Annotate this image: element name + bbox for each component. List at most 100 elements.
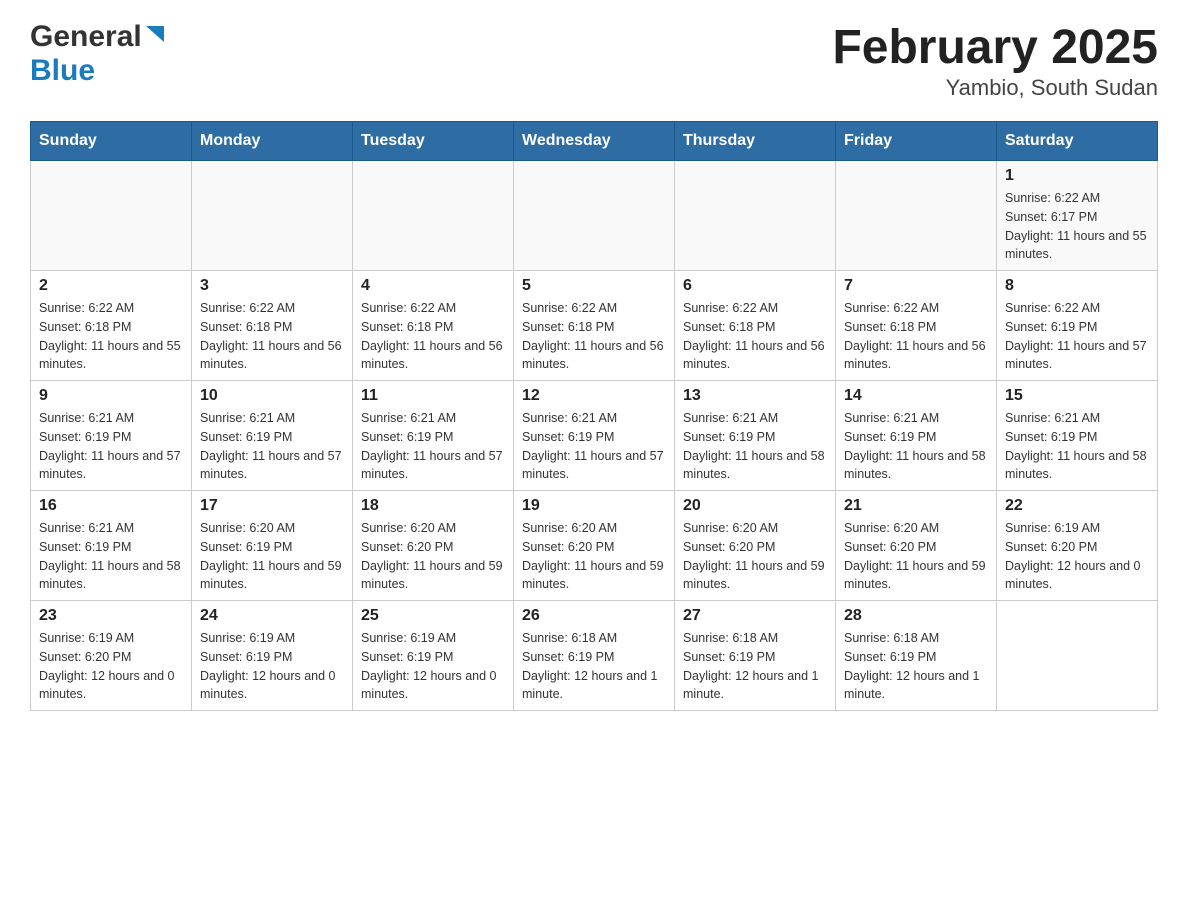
calendar-cell bbox=[192, 161, 353, 271]
day-number: 13 bbox=[683, 387, 827, 405]
day-info: Sunrise: 6:21 AMSunset: 6:19 PMDaylight:… bbox=[1005, 409, 1149, 484]
calendar-cell: 7Sunrise: 6:22 AMSunset: 6:18 PMDaylight… bbox=[836, 271, 997, 381]
day-number: 17 bbox=[200, 497, 344, 515]
calendar-cell: 18Sunrise: 6:20 AMSunset: 6:20 PMDayligh… bbox=[353, 491, 514, 601]
calendar-cell: 12 Sunrise: 6:21 AMSunset: 6:19 PMDayligh… bbox=[514, 381, 675, 491]
calendar-week-row: 1 Sunrise: 6:22 AMSunset: 6:17 PMDaylight… bbox=[31, 161, 1158, 271]
page-header: General Blue February 2025 Yambio, South… bbox=[30, 20, 1158, 101]
calendar-table: SundayMondayTuesdayWednesdayThursdayFrid… bbox=[30, 121, 1158, 711]
calendar-cell: 20 Sunrise: 6:20 AMSunset: 6:20 PMDayligh… bbox=[675, 491, 836, 601]
calendar-cell: 13 Sunrise: 6:21 AMSunset: 6:19 PMDayligh… bbox=[675, 381, 836, 491]
day-info: Sunrise: 6:22 AMSunset: 6:17 PMDaylight:… bbox=[1005, 189, 1149, 264]
day-number: 25 bbox=[361, 607, 505, 625]
day-info: Sunrise: 6:20 AMSunset: 6:20 PMDaylight:… bbox=[683, 519, 827, 594]
day-of-week-header: Monday bbox=[192, 122, 353, 161]
day-info: Sunrise: 6:20 AMSunset: 6:20 PMDaylight:… bbox=[522, 519, 666, 594]
day-number: 21 bbox=[844, 497, 988, 515]
calendar-cell: 19 Sunrise: 6:20 AMSunset: 6:20 PMDayligh… bbox=[514, 491, 675, 601]
day-info: Sunrise: 6:18 AMSunset: 6:19 PMDaylight:… bbox=[844, 629, 988, 704]
calendar-cell: 9 Sunrise: 6:21 AMSunset: 6:19 PMDaylight… bbox=[31, 381, 192, 491]
calendar-cell: 1 Sunrise: 6:22 AMSunset: 6:17 PMDaylight… bbox=[997, 161, 1158, 271]
day-number: 16 bbox=[39, 497, 183, 515]
calendar-cell: 24Sunrise: 6:19 AMSunset: 6:19 PMDayligh… bbox=[192, 601, 353, 711]
day-of-week-header: Friday bbox=[836, 122, 997, 161]
day-number: 8 bbox=[1005, 277, 1149, 295]
calendar-week-row: 9 Sunrise: 6:21 AMSunset: 6:19 PMDaylight… bbox=[31, 381, 1158, 491]
day-number: 10 bbox=[200, 387, 344, 405]
day-number: 20 bbox=[683, 497, 827, 515]
calendar-cell bbox=[997, 601, 1158, 711]
calendar-week-row: 23 Sunrise: 6:19 AMSunset: 6:20 PMDayligh… bbox=[31, 601, 1158, 711]
title-area: February 2025 Yambio, South Sudan bbox=[832, 20, 1158, 101]
calendar-cell: 8 Sunrise: 6:22 AMSunset: 6:19 PMDaylight… bbox=[997, 271, 1158, 381]
location-text: Yambio, South Sudan bbox=[832, 75, 1158, 101]
day-of-week-header: Tuesday bbox=[353, 122, 514, 161]
day-number: 22 bbox=[1005, 497, 1149, 515]
calendar-cell: 3Sunrise: 6:22 AMSunset: 6:18 PMDaylight… bbox=[192, 271, 353, 381]
logo-triangle-icon bbox=[144, 24, 166, 46]
calendar-cell: 23 Sunrise: 6:19 AMSunset: 6:20 PMDayligh… bbox=[31, 601, 192, 711]
day-number: 26 bbox=[522, 607, 666, 625]
day-number: 6 bbox=[683, 277, 827, 295]
calendar-cell bbox=[514, 161, 675, 271]
calendar-cell: 14 Sunrise: 6:21 AMSunset: 6:19 PMDayligh… bbox=[836, 381, 997, 491]
calendar-cell: 15 Sunrise: 6:21 AMSunset: 6:19 PMDayligh… bbox=[997, 381, 1158, 491]
day-number: 19 bbox=[522, 497, 666, 515]
day-number: 3 bbox=[200, 277, 344, 295]
day-info: Sunrise: 6:21 AMSunset: 6:19 PMDaylight:… bbox=[683, 409, 827, 484]
day-of-week-header: Sunday bbox=[31, 122, 192, 161]
day-info: Sunrise: 6:19 AMSunset: 6:20 PMDaylight:… bbox=[39, 629, 183, 704]
day-of-week-header: Wednesday bbox=[514, 122, 675, 161]
day-info: Sunrise: 6:19 AMSunset: 6:19 PMDaylight:… bbox=[361, 629, 505, 704]
day-number: 2 bbox=[39, 277, 183, 295]
calendar-cell: 6 Sunrise: 6:22 AMSunset: 6:18 PMDaylight… bbox=[675, 271, 836, 381]
day-number: 7 bbox=[844, 277, 988, 295]
calendar-cell: 2 Sunrise: 6:22 AMSunset: 6:18 PMDaylight… bbox=[31, 271, 192, 381]
calendar-cell: 10Sunrise: 6:21 AMSunset: 6:19 PMDayligh… bbox=[192, 381, 353, 491]
day-info: Sunrise: 6:18 AMSunset: 6:19 PMDaylight:… bbox=[522, 629, 666, 704]
day-info: Sunrise: 6:21 AMSunset: 6:19 PMDaylight:… bbox=[844, 409, 988, 484]
day-info: Sunrise: 6:22 AMSunset: 6:19 PMDaylight:… bbox=[1005, 299, 1149, 374]
calendar-cell: 25 Sunrise: 6:19 AMSunset: 6:19 PMDayligh… bbox=[353, 601, 514, 711]
calendar-cell: 16Sunrise: 6:21 AMSunset: 6:19 PMDayligh… bbox=[31, 491, 192, 601]
day-info: Sunrise: 6:22 AMSunset: 6:18 PMDaylight:… bbox=[361, 299, 505, 374]
calendar-cell: 22 Sunrise: 6:19 AMSunset: 6:20 PMDayligh… bbox=[997, 491, 1158, 601]
day-info: Sunrise: 6:22 AMSunset: 6:18 PMDaylight:… bbox=[39, 299, 183, 374]
calendar-cell: 11 Sunrise: 6:21 AMSunset: 6:19 PMDayligh… bbox=[353, 381, 514, 491]
calendar-cell: 21 Sunrise: 6:20 AMSunset: 6:20 PMDayligh… bbox=[836, 491, 997, 601]
day-number: 15 bbox=[1005, 387, 1149, 405]
day-number: 18 bbox=[361, 497, 505, 515]
day-info: Sunrise: 6:20 AMSunset: 6:19 PMDaylight:… bbox=[200, 519, 344, 594]
day-number: 24 bbox=[200, 607, 344, 625]
calendar-cell bbox=[31, 161, 192, 271]
calendar-week-row: 2 Sunrise: 6:22 AMSunset: 6:18 PMDaylight… bbox=[31, 271, 1158, 381]
day-number: 4 bbox=[361, 277, 505, 295]
day-number: 23 bbox=[39, 607, 183, 625]
day-info: Sunrise: 6:21 AMSunset: 6:19 PMDaylight:… bbox=[522, 409, 666, 484]
calendar-cell: 26 Sunrise: 6:18 AMSunset: 6:19 PMDayligh… bbox=[514, 601, 675, 711]
day-info: Sunrise: 6:18 AMSunset: 6:19 PMDaylight:… bbox=[683, 629, 827, 704]
day-info: Sunrise: 6:20 AMSunset: 6:20 PMDaylight:… bbox=[844, 519, 988, 594]
day-number: 11 bbox=[361, 387, 505, 405]
day-of-week-header: Thursday bbox=[675, 122, 836, 161]
day-info: Sunrise: 6:19 AMSunset: 6:20 PMDaylight:… bbox=[1005, 519, 1149, 594]
logo-blue-text: Blue bbox=[30, 54, 95, 87]
calendar-cell: 5Sunrise: 6:22 AMSunset: 6:18 PMDaylight… bbox=[514, 271, 675, 381]
calendar-cell bbox=[353, 161, 514, 271]
day-number: 12 bbox=[522, 387, 666, 405]
day-info: Sunrise: 6:21 AMSunset: 6:19 PMDaylight:… bbox=[39, 409, 183, 484]
day-number: 14 bbox=[844, 387, 988, 405]
day-info: Sunrise: 6:22 AMSunset: 6:18 PMDaylight:… bbox=[683, 299, 827, 374]
calendar-cell bbox=[836, 161, 997, 271]
calendar-week-row: 16Sunrise: 6:21 AMSunset: 6:19 PMDayligh… bbox=[31, 491, 1158, 601]
calendar-cell bbox=[675, 161, 836, 271]
day-of-week-header: Saturday bbox=[997, 122, 1158, 161]
calendar-cell: 27Sunrise: 6:18 AMSunset: 6:19 PMDayligh… bbox=[675, 601, 836, 711]
calendar-header-row: SundayMondayTuesdayWednesdayThursdayFrid… bbox=[31, 122, 1158, 161]
calendar-cell: 4 Sunrise: 6:22 AMSunset: 6:18 PMDaylight… bbox=[353, 271, 514, 381]
day-number: 9 bbox=[39, 387, 183, 405]
day-info: Sunrise: 6:21 AMSunset: 6:19 PMDaylight:… bbox=[361, 409, 505, 484]
calendar-cell: 17 Sunrise: 6:20 AMSunset: 6:19 PMDayligh… bbox=[192, 491, 353, 601]
day-number: 1 bbox=[1005, 167, 1149, 185]
logo-general-text: General bbox=[30, 20, 142, 54]
